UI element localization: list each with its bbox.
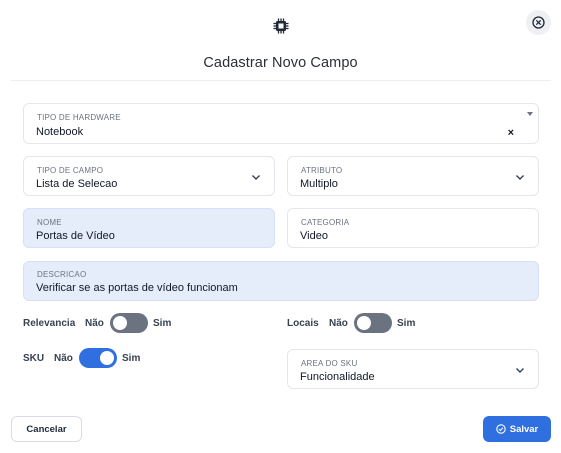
description-input[interactable]: DESCRICAO Verificar se as portas de víde… <box>23 261 539 301</box>
chevron-down-icon <box>252 175 260 180</box>
save-button-label: Salvar <box>509 423 539 435</box>
relevancia-yes-label: Sim <box>153 318 172 329</box>
relevancia-label: Relevancia <box>23 318 76 329</box>
sku-yes-label: Sim <box>122 353 141 364</box>
name-input[interactable]: NOME Portas de Vídeo <box>23 208 275 248</box>
attribute-value: Multiplo <box>300 178 338 190</box>
field-type-value: Lista de Selecao <box>36 178 118 190</box>
relevancia-no-label: Não <box>85 318 104 329</box>
sku-area-value: Funcionalidade <box>300 371 375 383</box>
clear-selection-icon[interactable]: × <box>508 127 514 139</box>
caret-down-icon[interactable] <box>526 111 534 117</box>
sku-no-label: Não <box>54 353 73 364</box>
attribute-select[interactable]: ATRIBUTO Multiplo <box>287 156 539 196</box>
description-value: Verificar se as portas de vídeo funciona… <box>36 282 238 294</box>
close-circle-icon <box>532 16 545 29</box>
close-button[interactable] <box>526 10 551 35</box>
name-label: NOME <box>37 218 62 227</box>
cancel-button[interactable]: Cancelar <box>11 416 82 442</box>
locais-label: Locais <box>287 318 319 329</box>
hardware-type-label: TIPO DE HARDWARE <box>37 113 121 122</box>
chip-icon <box>272 17 290 35</box>
save-button[interactable]: Salvar <box>483 416 551 442</box>
sku-label: SKU <box>23 353 45 364</box>
relevancia-toggle[interactable] <box>110 313 148 333</box>
hardware-type-value: Notebook <box>36 126 84 138</box>
hardware-type-select[interactable]: TIPO DE HARDWARE Notebook × <box>23 103 539 144</box>
field-type-label: TIPO DE CAMPO <box>37 166 104 175</box>
modal-title: Cadastrar Novo Campo <box>203 55 358 71</box>
attribute-label: ATRIBUTO <box>301 166 343 175</box>
locais-toggle[interactable] <box>354 313 392 333</box>
locais-no-label: Não <box>329 318 348 329</box>
check-circle-icon <box>495 424 506 434</box>
header-divider <box>11 80 551 81</box>
category-label: CATEGORIA <box>301 218 350 227</box>
description-label: DESCRICAO <box>37 270 87 279</box>
locais-yes-label: Sim <box>397 318 416 329</box>
chevron-down-icon <box>516 368 524 373</box>
category-value: Video <box>300 230 328 242</box>
chevron-down-icon <box>516 175 524 180</box>
name-value: Portas de Vídeo <box>36 230 115 242</box>
sku-toggle[interactable] <box>79 348 117 368</box>
field-type-select[interactable]: TIPO DE CAMPO Lista de Selecao <box>23 156 275 196</box>
category-input[interactable]: CATEGORIA Video <box>287 208 539 248</box>
sku-area-select[interactable]: AREA DO SKU Funcionalidade <box>287 349 539 389</box>
sku-area-label: AREA DO SKU <box>301 359 358 368</box>
